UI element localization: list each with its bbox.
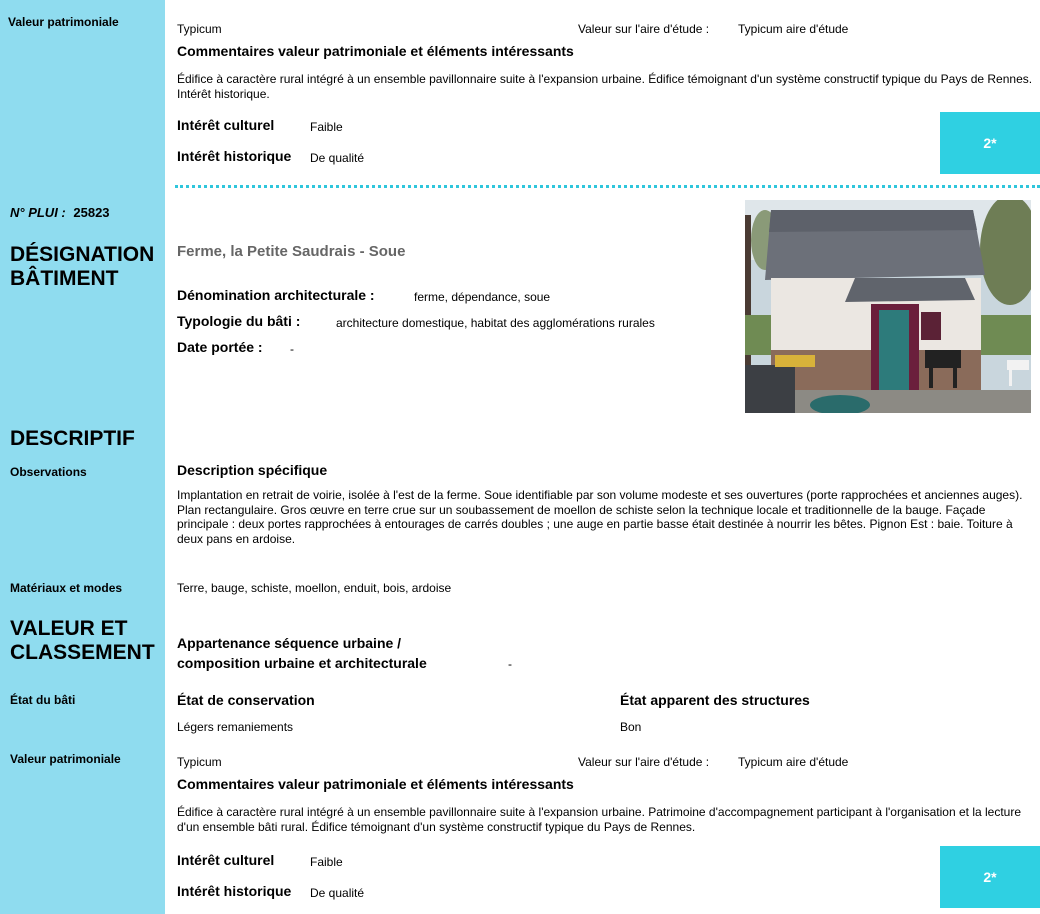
- conservation-title: État de conservation: [177, 692, 315, 708]
- commentaires-title-2: Commentaires valeur patrimoniale et élém…: [177, 776, 574, 792]
- valeur-patrimoniale-label: Valeur patrimoniale: [8, 15, 119, 29]
- denomination-value: ferme, dépendance, soue: [414, 290, 551, 304]
- interet-historique-value: De qualité: [310, 151, 365, 165]
- interet-historique-value-2: De qualité: [310, 886, 365, 900]
- appartenance-label: Appartenance séquence urbaine / composit…: [177, 635, 427, 671]
- plui-number: N° PLUI : 25823: [10, 205, 110, 220]
- date-label: Date portée :: [177, 339, 263, 355]
- building-name: Ferme, la Petite Saudrais - Soue: [177, 243, 406, 260]
- typologie-label: Typologie du bâti :: [177, 313, 301, 329]
- commentaires-text: Édifice à caractère rural intégré à un e…: [177, 72, 1033, 101]
- aire-etude-value: Typicum aire d'étude: [738, 22, 849, 36]
- typologie-value: architecture domestique, habitat des agg…: [336, 316, 655, 330]
- interet-historique-label: Intérêt historique: [177, 148, 292, 164]
- commentaires-text-2: Édifice à caractère rural intégré à un e…: [177, 805, 1022, 834]
- interet-culturel-label: Intérêt culturel: [177, 117, 275, 133]
- valeur-patrimoniale-value: Typicum: [177, 22, 222, 36]
- plui-label: N° PLUI :: [10, 205, 66, 220]
- conservation-value: Légers remaniements: [177, 720, 294, 734]
- interet-historique-label-2: Intérêt historique: [177, 883, 292, 899]
- classement-badge-2: 2*: [940, 846, 1040, 908]
- plui-value: 25823: [73, 205, 110, 220]
- appartenance-value: -: [508, 657, 512, 671]
- interet-culturel-label-2: Intérêt culturel: [177, 852, 275, 868]
- section-divider: [175, 185, 1040, 188]
- commentaires-title: Commentaires valeur patrimoniale et élém…: [177, 43, 574, 59]
- structures-title: État apparent des structures: [620, 692, 810, 708]
- valeur-patrimoniale-label-2: Valeur patrimoniale: [10, 752, 121, 766]
- descriptif-title: DESCRIPTIF: [10, 427, 135, 450]
- description-text: Implantation en retrait de voirie, isolé…: [177, 488, 1023, 546]
- interet-culturel-value-2: Faible: [310, 855, 343, 869]
- materiaux-label: Matériaux et modes: [10, 581, 123, 595]
- aire-etude-label: Valeur sur l'aire d'étude :: [578, 22, 710, 36]
- classement-badge: 2*: [940, 112, 1040, 174]
- aire-etude-value-2: Typicum aire d'étude: [738, 755, 849, 769]
- valeur-classement-title: VALEUR ET CLASSEMENT: [10, 617, 155, 664]
- building-photo: [745, 200, 1031, 413]
- interet-culturel-value: Faible: [310, 120, 343, 134]
- observations-label: Observations: [10, 465, 87, 479]
- structures-value: Bon: [620, 720, 642, 734]
- etat-bati-label: État du bâti: [10, 693, 76, 707]
- aire-etude-label-2: Valeur sur l'aire d'étude :: [578, 755, 710, 769]
- description-title: Description spécifique: [177, 462, 328, 478]
- valeur-patrimoniale-value-2: Typicum: [177, 755, 222, 769]
- date-value: -: [290, 342, 294, 356]
- materiaux-value: Terre, bauge, schiste, moellon, enduit, …: [177, 581, 452, 595]
- sidebar: [0, 0, 165, 914]
- designation-title: DÉSIGNATION BÂTIMENT: [10, 243, 155, 290]
- denomination-label: Dénomination architecturale :: [177, 287, 375, 303]
